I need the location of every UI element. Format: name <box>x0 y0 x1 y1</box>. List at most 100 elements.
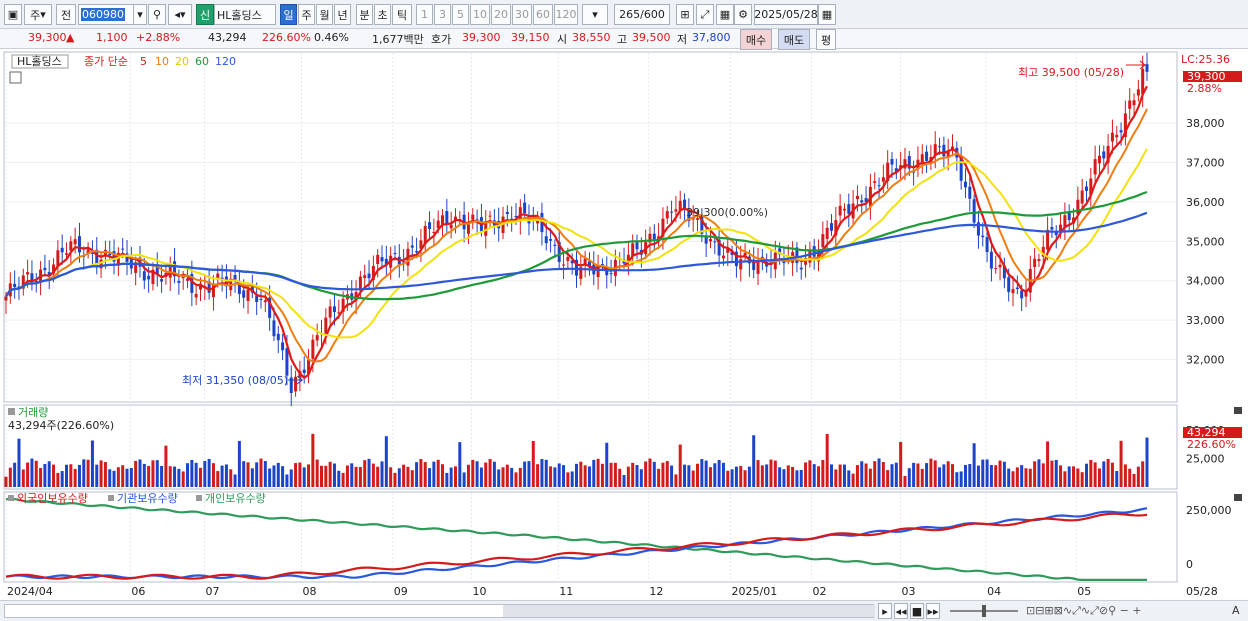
holder-close-icon[interactable] <box>1234 494 1242 501</box>
volume-bar <box>155 460 159 487</box>
candle-body <box>415 251 419 253</box>
x-axis-label: 07 <box>206 585 220 598</box>
sell-button[interactable]: 매도 <box>778 29 810 50</box>
volume-bar <box>298 462 302 487</box>
volume-bar <box>1002 461 1006 487</box>
code-dropdown-icon[interactable]: ▾ <box>133 4 147 25</box>
minute-1[interactable]: 1 <box>416 4 433 25</box>
candle-body <box>609 273 613 275</box>
code-input[interactable]: 060980 <box>78 4 134 25</box>
candle-body <box>69 241 73 251</box>
period-day[interactable]: 일 <box>280 4 297 25</box>
speaker-icon[interactable]: ◂▾ <box>168 4 192 25</box>
volume-bar <box>657 468 661 487</box>
volume-bar <box>350 463 354 487</box>
period-week[interactable]: 주 <box>298 4 315 25</box>
candle-body <box>367 273 371 279</box>
stock-chart-svg[interactable]: HL홀딩스 종가 단순 5 10 20 60 120 LC:25.36 39,3… <box>0 50 1248 600</box>
tool-icons[interactable]: ⊡⊟⊞⊠∿⤢∿⤢⊘⚲ − + <box>1026 604 1142 618</box>
volume-bar <box>69 464 73 487</box>
custom-period-select[interactable]: ▾ <box>582 4 608 25</box>
candle-body <box>43 267 47 271</box>
buy-button[interactable]: 매수 <box>740 29 772 50</box>
rewind-icon[interactable]: ◂◂ <box>894 603 908 619</box>
count-input[interactable]: 265/600 <box>614 4 670 25</box>
candle-body <box>281 342 285 351</box>
candle-body <box>4 296 8 301</box>
volume-bar <box>825 434 829 487</box>
count-value: 265 <box>619 8 641 21</box>
candle-body <box>1046 229 1050 250</box>
minute-20[interactable]: 20 <box>491 4 511 25</box>
candle-body <box>315 335 319 341</box>
volume-bar <box>73 468 77 487</box>
volume-bar <box>704 460 708 487</box>
period-tick[interactable]: 틱 <box>392 4 412 25</box>
calc-icon[interactable] <box>9 71 22 84</box>
candle-body <box>998 264 1002 268</box>
hoga-label: 호가 <box>431 33 452 46</box>
candle-body <box>311 339 315 359</box>
minute-120[interactable]: 120 <box>554 4 578 25</box>
scrollbar-thumb[interactable] <box>503 605 875 617</box>
candle-body <box>242 290 246 298</box>
prev-button[interactable]: 전 <box>56 4 76 25</box>
grid-icon[interactable]: ▦ <box>716 4 734 25</box>
volume-bar <box>1067 466 1071 487</box>
period-year[interactable]: 년 <box>334 4 351 25</box>
period-minute[interactable]: 분 <box>356 4 373 25</box>
volume-bar <box>553 467 557 487</box>
volume-bar <box>877 458 881 487</box>
eval-button[interactable]: 평 <box>816 29 836 50</box>
volume-bar <box>337 470 341 487</box>
volume-bar <box>246 462 250 487</box>
minute-5[interactable]: 5 <box>452 4 469 25</box>
volume-bar <box>47 461 51 487</box>
volume-bar <box>21 469 25 487</box>
minute-30[interactable]: 30 <box>512 4 532 25</box>
zoom-slider-handle[interactable] <box>982 605 986 617</box>
candle-body <box>272 320 276 337</box>
foreign-legend-marker <box>8 495 14 501</box>
volume-bar <box>1128 468 1132 487</box>
x-axis-label: 04 <box>987 585 1001 598</box>
date-input[interactable]: 2025/05/28 <box>754 4 818 25</box>
stop-icon[interactable]: ■ <box>910 603 924 619</box>
volume-bar <box>596 458 600 487</box>
volume-bar <box>211 463 215 487</box>
scroll-right-icon[interactable]: ▸ <box>878 603 892 619</box>
candle-body <box>259 298 263 300</box>
candle-body <box>562 264 566 266</box>
volume-bar <box>181 471 185 487</box>
high-label: 고 <box>617 33 628 46</box>
candle-body <box>1145 64 1149 72</box>
indicator-icon[interactable]: ⊞ <box>676 4 694 25</box>
gear-icon[interactable]: ⚙ <box>734 4 752 25</box>
candle-body <box>1007 277 1011 292</box>
calendar-icon[interactable]: ▦ <box>818 4 836 25</box>
candle-body <box>1110 132 1114 142</box>
minute-3[interactable]: 3 <box>434 4 451 25</box>
volume-bar <box>562 465 566 487</box>
minute-10[interactable]: 10 <box>470 4 490 25</box>
volume-bar <box>116 467 120 487</box>
legend-ma10: 10 <box>155 55 169 68</box>
period-second[interactable]: 초 <box>374 4 391 25</box>
horizontal-scrollbar[interactable] <box>4 604 875 618</box>
draw-tool-icon[interactable]: ⤢ <box>696 4 714 25</box>
volume-bar <box>968 464 972 487</box>
volume-close-icon[interactable] <box>1234 407 1242 414</box>
search-icon[interactable]: ⚲ <box>148 4 166 25</box>
volume-bar <box>747 466 751 487</box>
fast-forward-icon[interactable]: ▸▸ <box>926 603 940 619</box>
market-select[interactable]: 주 ▾ <box>24 4 52 25</box>
volume-bar <box>142 463 146 487</box>
legend-stock-name: HL홀딩스 <box>17 55 62 68</box>
period-month[interactable]: 월 <box>316 4 333 25</box>
candle-body <box>324 317 328 334</box>
font-size-icon[interactable]: A <box>1232 604 1240 617</box>
minute-60[interactable]: 60 <box>533 4 553 25</box>
layout-icon[interactable]: ▣ <box>4 4 22 25</box>
candle-body <box>1080 190 1084 204</box>
volume-bar <box>194 462 198 487</box>
